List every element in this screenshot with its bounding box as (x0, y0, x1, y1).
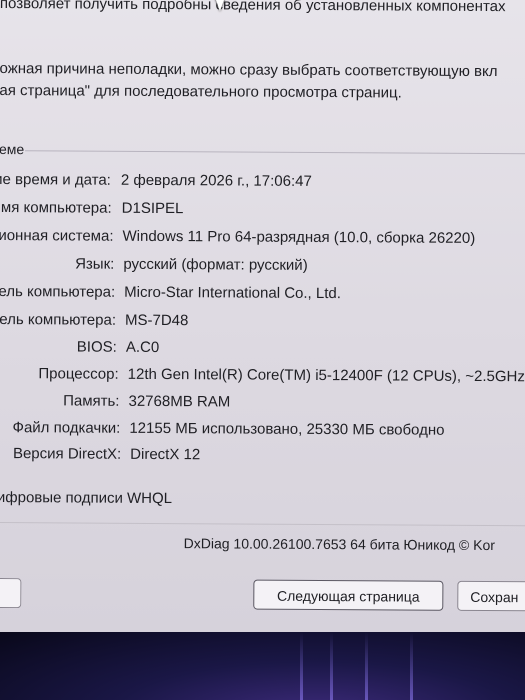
info-value: 12155 МБ использовано, 25330 МБ свободно (129, 419, 445, 439)
info-row-computer-name: мя компьютера: D1SIPEL (0, 197, 525, 222)
info-row-processor: Процессор: 12th Gen Intel(R) Core(TM) i5… (0, 363, 525, 388)
info-label: Память: (63, 392, 120, 410)
info-label: Версия DirectX: (12, 445, 122, 463)
info-label: Файл подкачки: (12, 419, 121, 437)
info-label: мя компьютера: (0, 199, 112, 217)
system-info-group-title: еме (0, 141, 25, 158)
system-info-list: ие время и дата: 2 февраля 2026 г., 17:0… (0, 169, 525, 463)
info-row-memory: Память: 32768MB RAM (0, 390, 525, 415)
intro-line-1: позволяет получить подробны сведения об … (0, 0, 506, 16)
info-row-language: Язык: русский (формат: русский) (0, 253, 525, 278)
info-row-page-file: Файл подкачки: 12155 МБ использовано, 25… (0, 417, 525, 442)
info-value: 2 февраля 2026 г., 17:06:47 (120, 171, 312, 190)
desktop-wallpaper (0, 632, 525, 700)
info-value: русский (формат: русский) (123, 255, 308, 274)
info-label: ель компьютера: (0, 311, 117, 329)
info-row-directx: Версия DirectX: DirectX 12 (0, 443, 525, 468)
info-value: DirectX 12 (130, 445, 201, 464)
info-label: ель компьютера: (0, 283, 116, 301)
wallpaper-streak (300, 632, 303, 700)
save-info-button[interactable]: Сохран (457, 580, 525, 612)
info-label: Язык: (75, 255, 115, 273)
whql-checkbox-label[interactable]: ифровые подписи WHQL (0, 489, 172, 507)
info-row-model: ель компьютера: MS-7D48 (0, 309, 525, 334)
partial-button[interactable] (0, 577, 22, 609)
info-value: Windows 11 Pro 64-разрядная (10.0, сборк… (122, 227, 476, 247)
wallpaper-streak (365, 632, 368, 700)
info-value: D1SIPEL (121, 199, 184, 218)
info-value: MS-7D48 (124, 311, 189, 330)
info-row-bios: BIOS: A.C0 (0, 336, 525, 361)
info-value: 12th Gen Intel(R) Core(TM) i5-12400F (12… (127, 365, 525, 386)
mouse-cursor-icon (214, 0, 225, 12)
info-row-datetime: ие время и дата: 2 февраля 2026 г., 17:0… (0, 169, 525, 194)
intro-text: позволяет получить подробны сведения об … (0, 0, 525, 105)
version-info: DxDiag 10.00.26100.7653 64 бита Юникод ©… (183, 535, 496, 554)
info-label: BIOS: (76, 338, 117, 356)
info-row-os: ионная система: Windows 11 Pro 64-разряд… (0, 225, 525, 250)
info-row-manufacturer: ель компьютера: Micro-Star International… (0, 281, 525, 306)
group-divider (25, 150, 525, 155)
info-label: ионная система: (0, 227, 114, 245)
wallpaper-streak (410, 632, 413, 700)
footer-divider (0, 522, 525, 527)
info-label: ие время и дата: (0, 171, 111, 189)
info-value: A.C0 (125, 338, 160, 357)
info-label: Процессор: (38, 365, 119, 383)
info-value: Micro-Star International Co., Ltd. (124, 283, 341, 303)
next-page-button[interactable]: Следующая страница (253, 579, 444, 611)
wallpaper-streak (330, 632, 333, 700)
info-value: 32768MB RAM (128, 392, 231, 411)
dxdiag-window: позволяет получить подробны сведения об … (0, 0, 525, 638)
intro-line-3: ая страница" для последовательного просм… (0, 82, 402, 102)
